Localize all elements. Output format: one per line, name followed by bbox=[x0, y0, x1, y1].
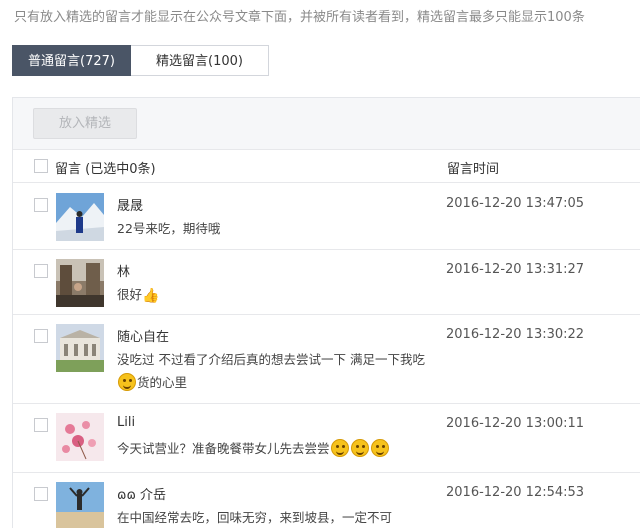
comment-nickname: Lili bbox=[117, 415, 136, 430]
comment-message: 没吃过 不过看了介绍后真的想去尝试一下 满足一下我吃货的心里 bbox=[117, 348, 429, 394]
comment-nickname: 随心自在 bbox=[117, 330, 170, 345]
comment-message-text-end: 货的心里 bbox=[137, 375, 188, 390]
comment-message-text: 没吃过 不过看了介绍后真的想去尝试一下 满足一下我吃 bbox=[117, 352, 425, 367]
comment-nickname: 林 bbox=[117, 265, 131, 280]
header-time: 留言时间 bbox=[447, 162, 500, 177]
comment-row: 随心自在 没吃过 不过看了介绍后真的想去尝试一下 满足一下我吃货的心里 2016… bbox=[13, 315, 640, 404]
comment-message: 很好👍 bbox=[117, 283, 429, 308]
add-to-featured-button[interactable]: 放入精选 bbox=[33, 108, 137, 139]
row-checkbox[interactable] bbox=[34, 329, 48, 343]
row-checkbox[interactable] bbox=[34, 418, 48, 432]
comment-time: 2016-12-20 12:54:53 bbox=[446, 485, 585, 500]
comment-time: 2016-12-20 13:00:11 bbox=[446, 416, 585, 431]
avatar bbox=[56, 193, 104, 241]
comments-panel: 放入精选 留言 (已选中0条) 留言时间 晟晟 22号来吃，期待哦 2016-1… bbox=[12, 97, 640, 528]
comment-nickname: 晟晟 bbox=[117, 199, 144, 214]
avatar bbox=[56, 482, 104, 528]
comment-row: 晟晟 22号来吃，期待哦 2016-12-20 13:47:05 bbox=[13, 184, 640, 250]
header-message: 留言 (已选中0条) bbox=[55, 162, 156, 177]
table-header: 留言 (已选中0条) 留言时间 bbox=[13, 150, 640, 183]
avatar bbox=[56, 324, 104, 372]
comment-time: 2016-12-20 13:31:27 bbox=[446, 262, 585, 277]
comment-row: Lili 今天试营业？准备晚餐带女儿先去尝尝 2016-12-20 13:00:… bbox=[13, 404, 640, 473]
row-checkbox[interactable] bbox=[34, 487, 48, 501]
comment-nickname: ɷɷ 介岳 bbox=[117, 488, 167, 503]
select-all-checkbox[interactable] bbox=[34, 159, 48, 173]
comment-message: 今天试营业？准备晚餐带女儿先去尝尝 bbox=[117, 437, 429, 460]
avatar bbox=[56, 413, 104, 461]
comment-message-text: 今天试营业？准备晚餐带女儿先去尝尝 bbox=[117, 441, 330, 456]
smile-emoji-icon bbox=[370, 439, 389, 457]
thumbs-up-icon: 👍 bbox=[142, 288, 160, 304]
tab-normal-comments[interactable]: 普通留言(727) bbox=[12, 45, 131, 76]
comment-message: 在中国经常去吃，回味无穷，来到坡县，一定不可 bbox=[117, 510, 393, 525]
avatar bbox=[56, 259, 104, 307]
comment-row: 林 很好👍 2016-12-20 13:31:27 bbox=[13, 250, 640, 315]
smile-emoji-icon bbox=[118, 373, 136, 391]
comment-message: 22号来吃，期待哦 bbox=[117, 221, 221, 236]
toolbar: 放入精选 bbox=[13, 98, 640, 150]
smile-emoji-icon bbox=[330, 439, 349, 457]
notice-text: 只有放入精选的留言才能显示在公众号文章下面，并被所有读者看到，精选留言最多只能显… bbox=[14, 10, 585, 25]
row-checkbox[interactable] bbox=[34, 198, 48, 212]
comment-time: 2016-12-20 13:30:22 bbox=[446, 327, 585, 342]
row-checkbox[interactable] bbox=[34, 264, 48, 278]
comment-row: ɷɷ 介岳 在中国经常去吃，回味无穷，来到坡县，一定不可 2016-12-20 … bbox=[13, 473, 640, 528]
comment-tabs: 普通留言(727) 精选留言(100) bbox=[12, 45, 269, 76]
tab-featured-comments[interactable]: 精选留言(100) bbox=[131, 45, 269, 76]
comment-time: 2016-12-20 13:47:05 bbox=[446, 196, 585, 211]
comment-message-text: 很好 bbox=[117, 287, 143, 302]
smile-emoji-icon bbox=[350, 439, 369, 457]
